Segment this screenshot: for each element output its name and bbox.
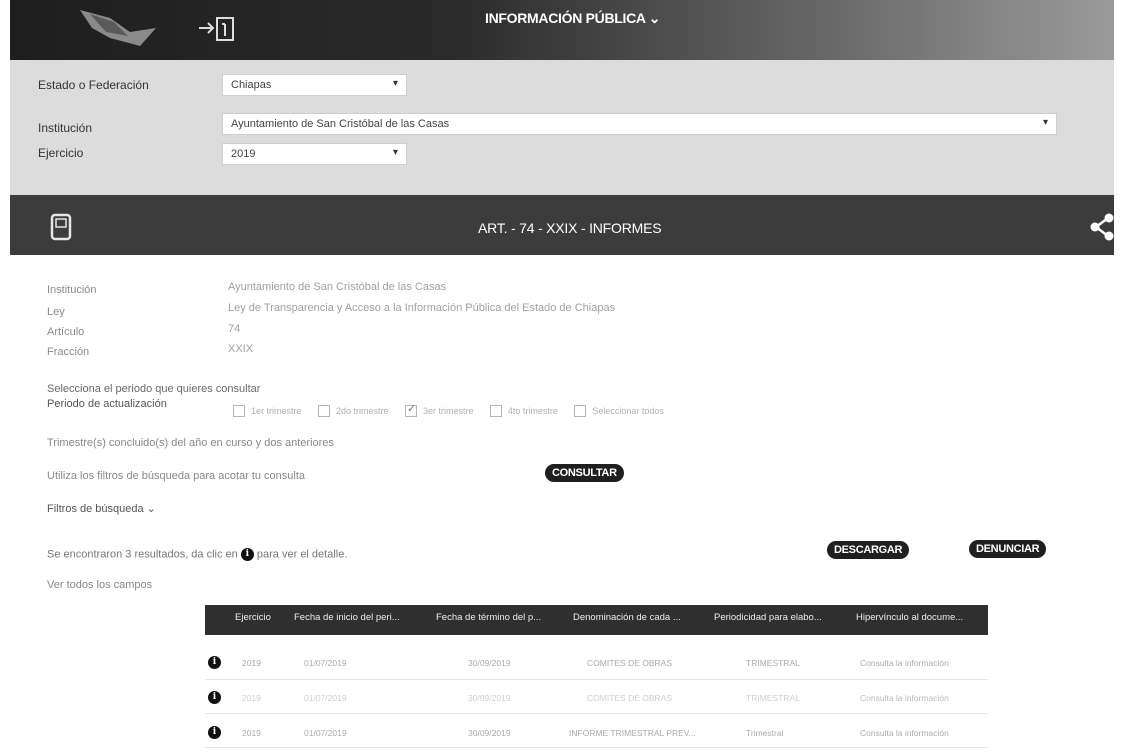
ejercicio-select[interactable]: 2019 ▾ [222,143,407,165]
login-icon[interactable] [197,14,241,44]
checkbox[interactable] [489,404,502,417]
period-prompt: Selecciona el periodo que quieres consul… [47,383,261,395]
column-header-fecha-termino[interactable]: Fecha de término del p... [436,612,541,623]
column-header-denominacion[interactable]: Denominación de cada ... [573,612,681,623]
cell-fecha-termino: 30/09/2019 [468,658,511,668]
info-icon[interactable]: i [208,691,221,704]
info-fraccion-label: Fracción [47,346,90,358]
column-header-ejercicio[interactable]: Ejercicio [235,612,271,623]
top-nav-bar [10,0,1114,60]
nav-title-informacion-publica[interactable]: INFORMACIÓN PÚBLICA ⌄ [485,10,661,27]
cell-fecha-termino: 30/09/2019 [468,728,511,738]
info-icon: i [240,548,254,561]
period-option-select-all[interactable]: Seleccionar todos [574,402,676,419]
consultar-button[interactable]: CONSULTAR [545,464,624,482]
checkbox-checked[interactable] [404,402,417,417]
cell-hipervinculo-link[interactable]: Consulta la información [860,693,949,703]
cell-denominacion: COMITES DE OBRAS [587,693,673,703]
institucion-label: Institución [38,121,93,135]
checkbox[interactable] [317,404,330,417]
results-summary: Se encontraron 3 resultados, da clic en … [47,548,348,561]
logo-icon [70,8,160,48]
cell-ejercicio: 2019 [242,728,261,738]
institucion-select[interactable]: Ayuntamiento de San Cristóbal de las Cas… [222,113,1057,135]
caret-down-icon: ▾ [1042,117,1048,128]
cell-fecha-termino: 30/09/2019 [468,693,511,703]
cell-fecha-inicio: 01/07/2019 [304,693,347,703]
caret-down-icon: ▾ [392,78,398,89]
cell-denominacion: COMITES DE OBRAS [587,658,673,668]
info-institucion-label: Institución [47,284,97,296]
estado-label: Estado o Federación [38,78,149,92]
period-option-2[interactable]: 2do trimestre [317,402,401,419]
period-label: Periodo de actualización [47,398,167,410]
denunciar-button[interactable]: DENUNCIAR [969,540,1047,558]
cell-hipervinculo-link[interactable]: Consulta la información [860,728,949,738]
cell-fecha-inicio: 01/07/2019 [304,728,347,738]
estado-select-value: Chiapas [231,79,272,91]
section-title: ART. - 74 - XXIX - INFORMES [478,220,662,236]
cell-fecha-inicio: 01/07/2019 [304,658,347,668]
cell-ejercicio: 2019 [242,693,261,703]
info-icon[interactable]: i [208,656,221,669]
checkbox[interactable] [574,404,587,417]
period-options: 1er trimestre 2do trimestre 3er trimestr… [233,402,676,420]
column-header-periodicidad[interactable]: Periodicidad para elabo... [714,612,822,623]
column-header-fecha-inicio[interactable]: Fecha de inicio del peri... [294,612,400,623]
ver-todos-los-campos-link[interactable]: Ver todos los campos [47,579,152,591]
cell-periodicidad: TRIMESTRAL [746,658,800,668]
cell-periodicidad: TRIMESTRAL [746,693,800,703]
checkbox[interactable] [233,404,245,417]
search-filters-toggle[interactable]: Filtros de búsqueda ⌄ [47,502,156,515]
search-hint: Utiliza los filtros de búsqueda para aco… [47,470,306,482]
period-option-4[interactable]: 4to trimestre [489,402,570,419]
ejercicio-select-value: 2019 [231,148,256,160]
info-ley-value: Ley de Transparencia y Acceso a la Infor… [228,302,616,314]
period-note: Trimestre(s) concluido(s) del año en cur… [47,437,334,449]
ejercicio-label: Ejercicio [38,146,84,160]
info-ley-label: Ley [47,306,65,318]
institucion-select-value: Ayuntamiento de San Cristóbal de las Cas… [231,118,450,130]
caret-down-icon: ▾ [392,147,398,158]
info-fraccion-value: XXIX [228,343,254,355]
info-articulo-value: 74 [228,323,241,335]
descargar-button[interactable]: DESCARGAR [827,541,910,559]
cell-denominacion: INFORME TRIMESTRAL PREV... [569,728,696,738]
share-icon[interactable] [1087,212,1117,242]
period-option-1[interactable]: 1er trimestre [233,402,314,419]
info-institucion-value: Ayuntamiento de San Cristóbal de las Cas… [228,281,447,293]
cell-periodicidad: Trimestral [746,728,784,738]
cell-ejercicio: 2019 [242,658,261,668]
cell-hipervinculo-link[interactable]: Consulta la información [860,658,949,668]
info-articulo-label: Artículo [47,326,85,338]
document-icon [50,213,72,241]
estado-select[interactable]: Chiapas ▾ [222,74,407,96]
period-option-3[interactable]: 3er trimestre [404,402,486,419]
info-icon[interactable]: i [208,726,221,739]
column-header-hipervinculo[interactable]: Hipervínculo al docume... [856,612,963,623]
